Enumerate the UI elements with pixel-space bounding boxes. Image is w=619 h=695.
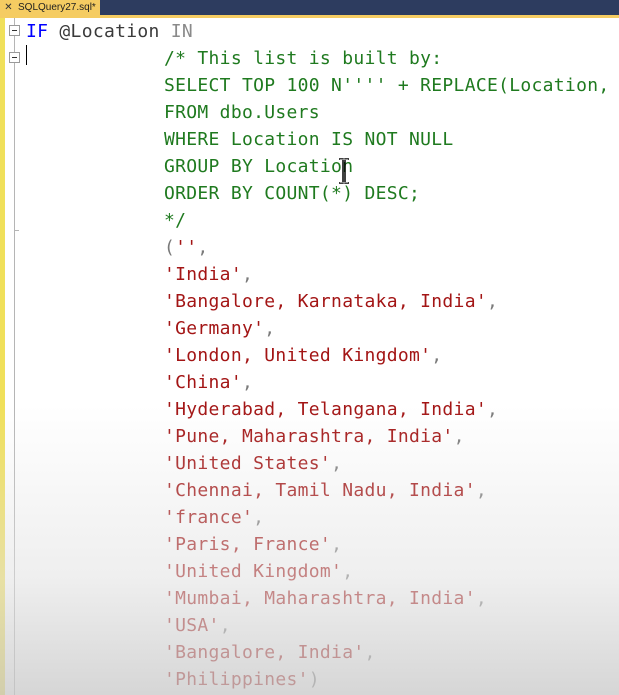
list-item: 'United Kingdom', [164,561,354,582]
collapse-if-icon[interactable] [9,25,20,36]
list-item: 'Bangalore, Karnataka, India', [164,291,499,312]
code-line-1: IF @Location IN [26,18,193,45]
code-line-7: ORDER BY COUNT(*) DESC; [164,183,421,204]
list-item: 'Hyderabad, Telangana, India', [164,399,499,420]
code-line-6: GROUP BY Location [164,156,354,177]
open-paren: ( [164,237,176,258]
fold-end-marker [14,230,19,231]
list-item: 'London, United Kingdom', [164,345,443,366]
collapse-comment-icon[interactable] [9,52,20,63]
tab-sqlquery27[interactable]: ✕ SQLQuery27.sql* [0,0,100,15]
list-item: 'China', [164,372,254,393]
list-item: 'Bangalore, India', [164,642,376,663]
empty-string: '' [175,237,198,258]
tab-title: SQLQuery27.sql* [18,2,96,13]
change-indicator-bar [0,18,5,695]
list-item: 'Pune, Maharashtra, India', [164,426,465,447]
code-line-4: FROM dbo.Users [164,102,320,123]
code-line-9: ('', [164,234,209,261]
comma: , [197,237,209,258]
list-item: 'Paris, France', [164,534,343,555]
list-item: 'Chennai, Tamil Nadu, India', [164,480,487,501]
list-item: 'Mumbai, Maharashtra, India', [164,588,487,609]
list-item: 'USA', [164,615,231,636]
variable-location: @Location [48,21,160,42]
code-line-3: SELECT TOP 100 N'''' + REPLACE(Location, [164,75,610,96]
code-line-8: */ [164,210,187,231]
code-line-5: WHERE Location IS NOT NULL [164,129,454,150]
outline-guide [14,18,15,695]
list-item: 'Germany', [164,318,276,339]
list-item: 'India', [164,264,254,285]
tab-bar: ✕ SQLQuery27.sql* [0,0,619,15]
keyword-in: IN [159,21,194,42]
keyword-if: IF [26,21,49,42]
list-item: 'Philippines') [164,669,320,690]
list-item: 'United States', [164,453,343,474]
list-item: 'france', [164,507,265,528]
ibeam-cursor-icon [339,158,349,184]
close-icon[interactable]: ✕ [2,2,15,13]
text-cursor [26,45,27,65]
code-editor[interactable]: IF @Location IN /* This list is built by… [0,18,619,695]
code-line-2: /* This list is built by: [164,48,443,69]
